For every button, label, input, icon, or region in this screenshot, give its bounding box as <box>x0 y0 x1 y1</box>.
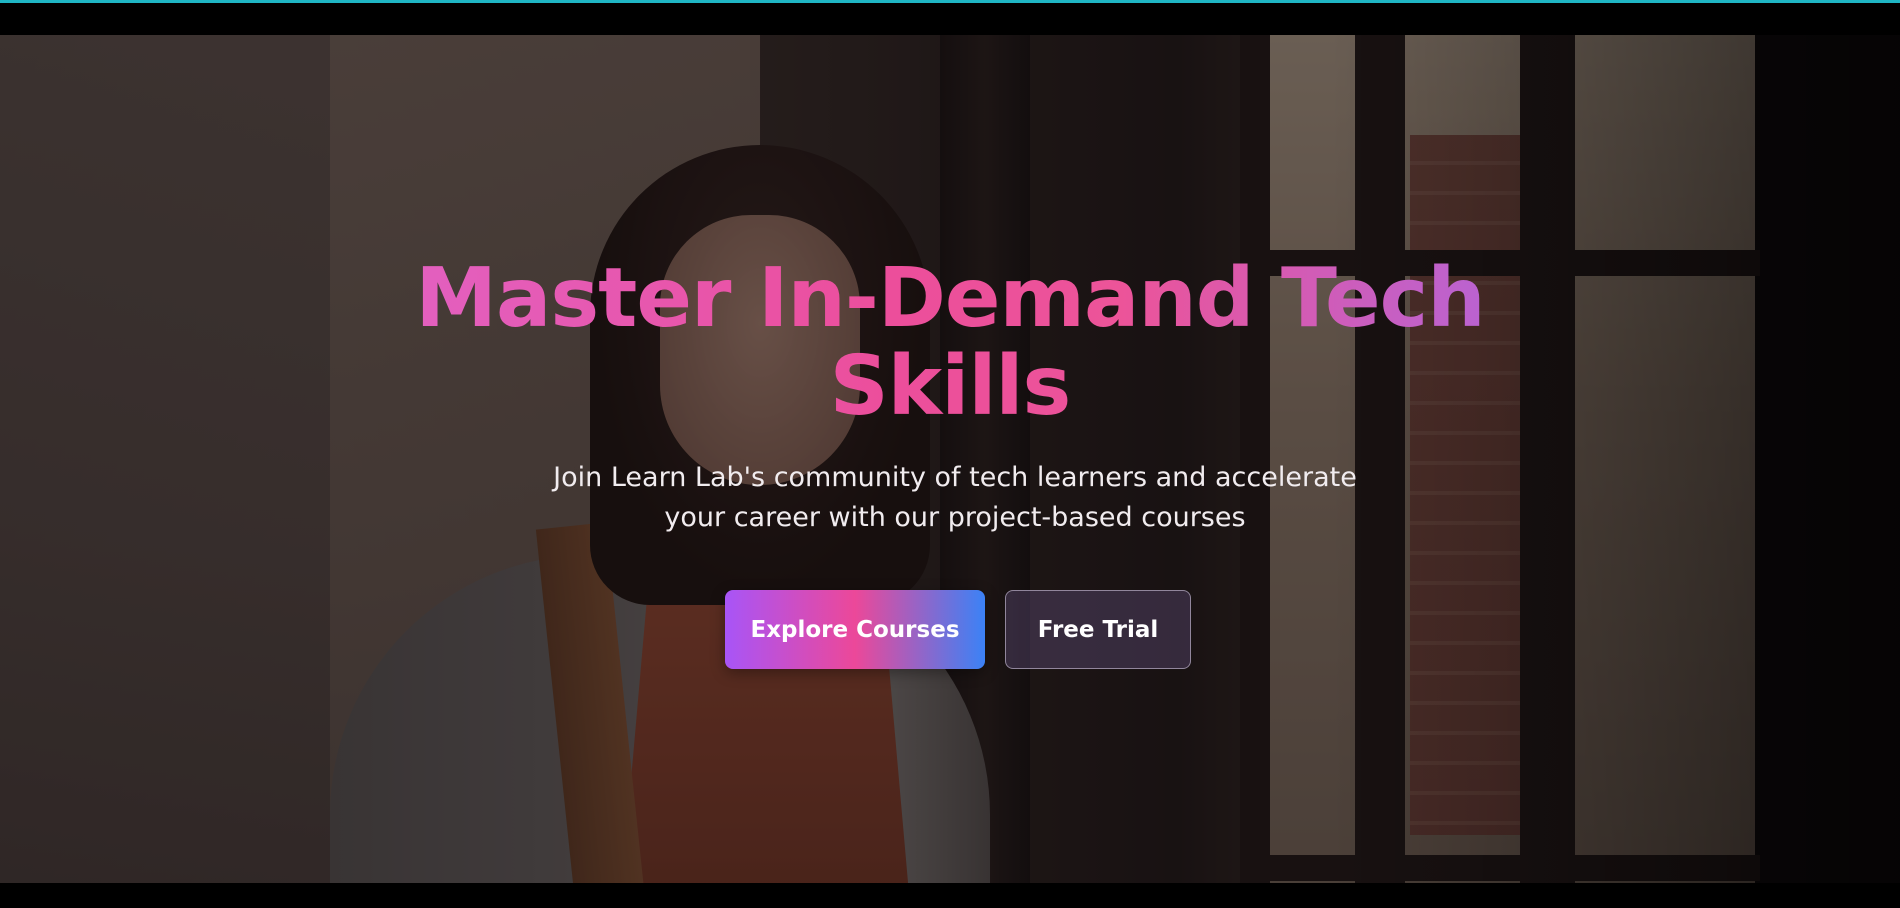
hero-title: Master In-Demand Tech Skills <box>380 255 1520 431</box>
explore-courses-button[interactable]: Explore Courses <box>725 590 985 669</box>
free-trial-button[interactable]: Free Trial <box>1005 590 1191 669</box>
hero-section: Master In-Demand Tech Skills Join Learn … <box>0 35 1900 883</box>
bottom-bar <box>0 883 1900 908</box>
top-accent-bar <box>0 0 1900 35</box>
hero-subtitle: Join Learn Lab's community of tech learn… <box>553 462 1357 533</box>
hero-content: Master In-Demand Tech Skills Join Learn … <box>0 35 1900 883</box>
